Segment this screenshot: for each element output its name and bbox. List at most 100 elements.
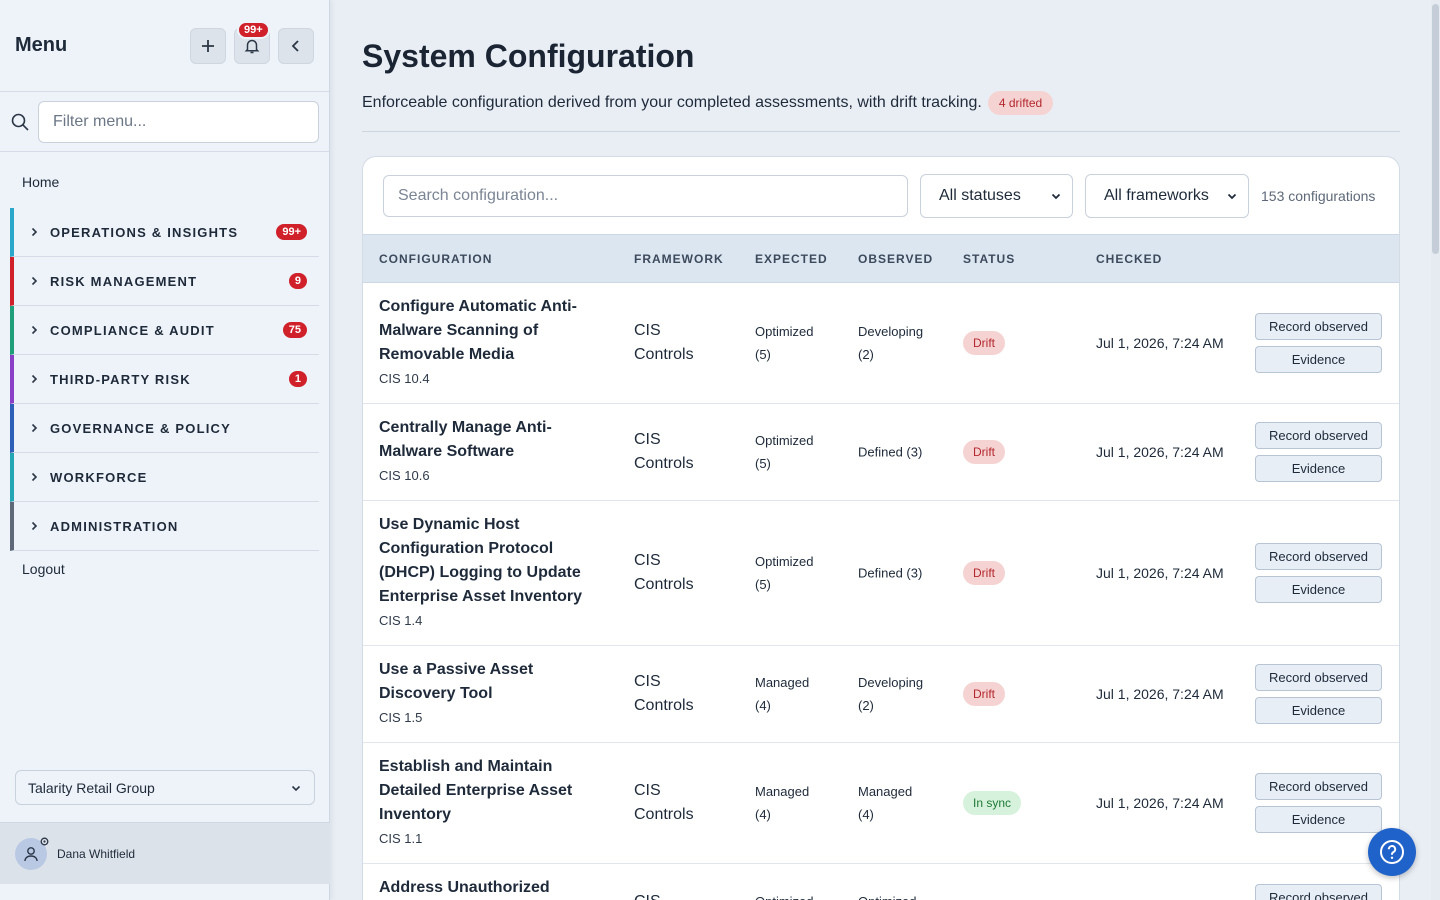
record-observed-button[interactable]: Record observed: [1255, 773, 1382, 800]
config-name-line[interactable]: Enterprise Asset Inventory: [379, 585, 609, 609]
nav-group-4[interactable]: GOVERNANCE & POLICY: [10, 404, 319, 453]
nav-group-3[interactable]: THIRD-PARTY RISK 1: [10, 355, 319, 404]
config-name-line[interactable]: Establish and Maintain: [379, 755, 609, 779]
checked-timestamp: Jul 1, 2026, 7:24 AM: [1096, 565, 1224, 581]
column-header-configuration[interactable]: CONFIGURATION: [379, 252, 609, 266]
nav-group-count-badge: 75: [282, 322, 307, 338]
column-header-checked[interactable]: CHECKED: [1096, 252, 1162, 266]
organization-select[interactable]: Talarity Retail Group: [15, 770, 315, 805]
observed-level: (2): [858, 347, 874, 362]
sidebar: Menu 99+ Home OPERATIONS & INSIGHTS 99+ RI…: [0, 0, 330, 900]
chevron-down-icon: [1227, 193, 1237, 199]
nav-group-label: ADMINISTRATION: [50, 518, 179, 534]
user-icon: [24, 846, 38, 861]
table-toolbar: All statuses All frameworks 153 configur…: [363, 157, 1399, 234]
config-name-line[interactable]: Inventory: [379, 803, 609, 827]
framework-text: CIS: [634, 431, 661, 448]
table-header: CONFIGURATION FRAMEWORK EXPECTED OBSERVE…: [363, 234, 1399, 283]
record-observed-button[interactable]: Record observed: [1255, 884, 1382, 900]
framework-text: CIS: [634, 322, 661, 339]
config-name-line[interactable]: Detailed Enterprise Asset: [379, 779, 609, 803]
observed-cell: Developing (2): [858, 671, 953, 717]
nav-group-6[interactable]: ADMINISTRATION: [10, 502, 319, 551]
row-actions: Record observed Evidence: [1255, 664, 1382, 724]
status-badge: Drift: [963, 561, 1005, 585]
observed-level: (2): [858, 698, 874, 713]
nav-logout[interactable]: Logout: [0, 551, 329, 587]
chevron-right-icon: [31, 227, 38, 237]
framework-cell: CIS Controls: [634, 319, 734, 367]
page-title: System Configuration: [362, 38, 695, 74]
nav-group-label: WORKFORCE: [50, 469, 148, 485]
expected-level: (5): [755, 577, 771, 592]
config-id: CIS 10.6: [379, 468, 430, 483]
row-actions: Record observed Evidence: [1255, 773, 1382, 833]
evidence-button[interactable]: Evidence: [1255, 455, 1382, 482]
framework-text: CIS: [634, 782, 661, 799]
framework-text: CIS: [634, 890, 734, 900]
help-button[interactable]: [1368, 828, 1416, 876]
config-name-line[interactable]: Address Unauthorized: [379, 876, 609, 900]
table-row: Establish and Maintain Detailed Enterpris…: [363, 743, 1399, 864]
status-badge: Drift: [963, 682, 1005, 706]
nav-group-label: OPERATIONS & INSIGHTS: [50, 224, 239, 240]
column-header-expected[interactable]: EXPECTED: [755, 252, 845, 266]
configuration-count: 153 configurations: [1261, 187, 1376, 204]
expected-cell: Optimized: [755, 890, 845, 900]
filter-menu-input[interactable]: [38, 100, 319, 143]
observed-cell: Managed (4): [858, 780, 953, 826]
config-name-line[interactable]: Removable Media: [379, 343, 609, 367]
chevron-down-icon: [1051, 193, 1061, 199]
checked-timestamp: Jul 1, 2026, 7:24 AM: [1096, 686, 1224, 702]
nav-groups: OPERATIONS & INSIGHTS 99+ RISK MANAGEMENT 9…: [0, 208, 329, 551]
record-observed-button[interactable]: Record observed: [1255, 422, 1382, 449]
nav-group-label: GOVERNANCE & POLICY: [50, 420, 231, 436]
config-name-line[interactable]: Centrally Manage Anti-: [379, 416, 609, 440]
column-header-framework[interactable]: FRAMEWORK: [634, 252, 734, 266]
column-header-status[interactable]: STATUS: [963, 252, 1015, 266]
expected-level: Optimized: [755, 324, 814, 339]
nav-group-1[interactable]: RISK MANAGEMENT 9: [10, 257, 319, 306]
nav-group-0[interactable]: OPERATIONS & INSIGHTS 99+: [10, 208, 319, 257]
evidence-button[interactable]: Evidence: [1255, 576, 1382, 603]
scrollbar-thumb[interactable]: [1432, 4, 1439, 254]
status-filter-select[interactable]: All statuses: [920, 173, 1073, 218]
framework-filter-select[interactable]: All frameworks: [1085, 173, 1249, 218]
nav-home[interactable]: Home: [0, 152, 329, 208]
record-observed-button[interactable]: Record observed: [1255, 664, 1382, 691]
config-name-line[interactable]: Configure Automatic Anti-: [379, 295, 609, 319]
observed-level: Developing: [858, 324, 924, 339]
framework-cell: CIS Controls: [634, 779, 734, 827]
config-name-line[interactable]: Use Dynamic Host: [379, 513, 609, 537]
config-name-line[interactable]: (DHCP) Logging to Update: [379, 561, 609, 585]
user-bar[interactable]: Dana Whitfield: [0, 822, 330, 884]
config-name-line[interactable]: Discovery Tool: [379, 682, 609, 706]
framework-text: CIS: [634, 552, 661, 569]
search-configuration-input[interactable]: [383, 174, 908, 217]
nav-group-count-badge: 1: [288, 371, 307, 387]
collapse-sidebar-button[interactable]: [278, 27, 314, 64]
framework-cell: CIS Controls: [634, 428, 734, 476]
config-cell: Use a Passive Asset Discovery Tool CIS 1.5: [379, 658, 609, 725]
status-filter-value: All statuses: [939, 186, 1021, 204]
evidence-button[interactable]: Evidence: [1255, 697, 1382, 724]
evidence-button[interactable]: Evidence: [1255, 806, 1382, 833]
config-name-line[interactable]: Configuration Protocol: [379, 537, 609, 561]
observed-cell: Defined (3): [858, 562, 953, 585]
record-observed-button[interactable]: Record observed: [1255, 313, 1382, 340]
config-name-line[interactable]: Use a Passive Asset: [379, 658, 609, 682]
evidence-button[interactable]: Evidence: [1255, 346, 1382, 373]
help-icon: [1380, 840, 1404, 864]
bell-icon: [244, 39, 260, 53]
nav-group-2[interactable]: COMPLIANCE & AUDIT 75: [10, 306, 319, 355]
expected-level: (4): [755, 698, 771, 713]
column-header-observed[interactable]: OBSERVED: [858, 252, 953, 266]
expected-level: Optimized: [755, 554, 814, 569]
config-name-line[interactable]: Malware Scanning of: [379, 319, 609, 343]
config-name-line[interactable]: Malware Software: [379, 440, 609, 464]
nav-group-5[interactable]: WORKFORCE: [10, 453, 319, 502]
record-observed-button[interactable]: Record observed: [1255, 543, 1382, 570]
notifications-button[interactable]: 99+: [234, 20, 270, 64]
framework-cell: CIS: [634, 890, 734, 900]
add-button[interactable]: [190, 27, 226, 64]
